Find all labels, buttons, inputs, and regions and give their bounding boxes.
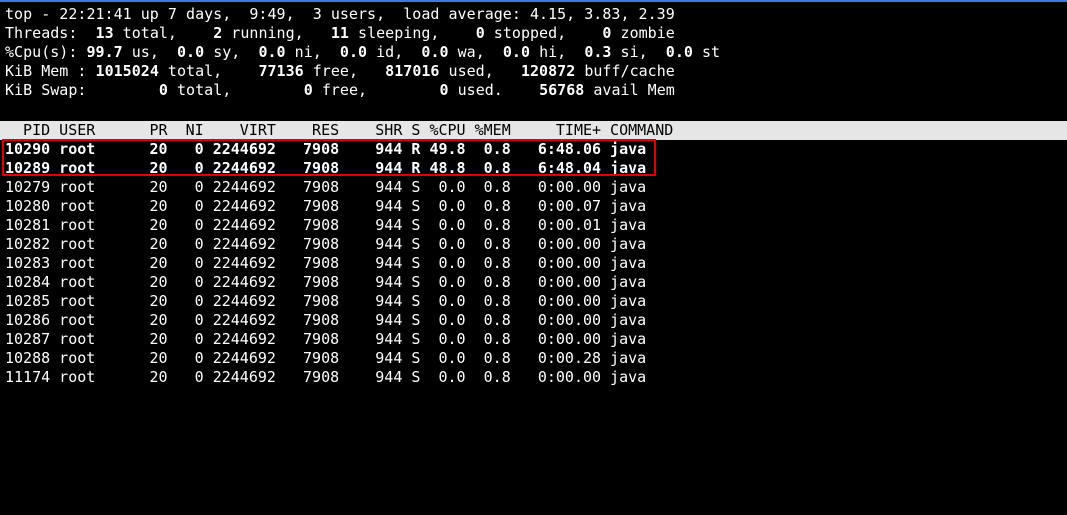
mem-label: KiB Mem : [5,62,96,80]
process-row: 10290 root 20 0 2244692 7908 944 R 49.8 … [5,140,647,158]
swap-used: 0 [439,81,449,99]
cpu-us-label: us, [122,43,177,61]
mem-free: 77136 [258,62,304,80]
cpu-sy-label: sy, [204,43,259,61]
swap-line: KiB Swap: 0 total, 0 free, 0 used. 56768… [5,81,1067,100]
threads-stopped-label: stopped, [484,24,594,42]
cpu-st: 0.0 [665,43,693,61]
threads-zombie: 0 [593,24,612,42]
cpu-ni-label: ni, [285,43,340,61]
process-row: 10289 root 20 0 2244692 7908 944 R 48.8 … [5,159,647,177]
threads-sleeping-label: sleeping, [348,24,467,42]
swap-used-label: used. [448,81,540,99]
cpu-line: %Cpu(s): 99.7 us, 0.0 sy, 0.0 ni, 0.0 id… [5,43,1067,62]
process-row: 10286 root 20 0 2244692 7908 944 S 0.0 0… [5,311,647,329]
cpu-wa: 0.0 [421,43,449,61]
threads-stopped: 0 [466,24,485,42]
threads-line: Threads: 13 total, 2 running, 11 sleepin… [5,24,1067,43]
process-row: 10283 root 20 0 2244692 7908 944 S 0.0 0… [5,254,647,272]
process-row: 10285 root 20 0 2244692 7908 944 S 0.0 0… [5,292,647,310]
mem-buff-cache: 120872 [520,62,576,80]
cpu-si-label: si, [611,43,666,61]
process-row: 10281 root 20 0 2244692 7908 944 S 0.0 0… [5,216,647,234]
cpu-ni: 0.0 [258,43,286,61]
window-top-border [0,0,1067,2]
uptime-line: top - 22:21:41 up 7 days, 9:49, 3 users,… [5,5,675,23]
process-row: 10287 root 20 0 2244692 7908 944 S 0.0 0… [5,330,647,348]
mem-total-label: total, [158,62,259,80]
process-row: 10279 root 20 0 2244692 7908 944 S 0.0 0… [5,178,647,196]
swap-free: 0 [303,81,313,99]
swap-avail-label: avail Mem [584,81,675,99]
cpu-hi: 0.0 [502,43,531,61]
swap-total-label: total, [167,81,304,99]
cpu-id-label: id, [367,43,422,61]
threads-zombie-label: zombie [611,24,675,42]
swap-total: 0 [158,81,168,99]
cpu-id: 0.0 [339,43,368,61]
cpu-us: 99.7 [86,43,123,61]
terminal-output[interactable]: top - 22:21:41 up 7 days, 9:49, 3 users,… [5,5,1067,100]
cpu-si: 0.3 [584,43,612,61]
process-row: 10284 root 20 0 2244692 7908 944 S 0.0 0… [5,273,647,291]
cpu-hi-label: hi, [530,43,585,61]
process-row: 10288 root 20 0 2244692 7908 944 S 0.0 0… [5,349,647,367]
threads-total-label: total, [113,24,205,42]
mem-free-label: free, [303,62,386,80]
threads-sleeping: 11 [321,24,349,42]
process-row: 10280 root 20 0 2244692 7908 944 S 0.0 0… [5,197,647,215]
swap-avail-mem: 56768 [539,81,585,99]
cpu-sy: 0.0 [176,43,205,61]
process-row: 10282 root 20 0 2244692 7908 944 S 0.0 0… [5,235,647,253]
mem-line: KiB Mem : 1015024 total, 77136 free, 817… [5,62,1067,81]
mem-buff-label: buff/cache [575,62,675,80]
threads-running: 2 [204,24,223,42]
cpu-st-label: st [692,43,721,61]
threads-running-label: running, [222,24,322,42]
threads-label: Threads: [5,24,87,42]
swap-free-label: free, [312,81,440,99]
threads-total: 13 [86,24,114,42]
cpu-label: %Cpu(s): [5,43,87,61]
table-header: PID USER PR NI VIRT RES SHR S %CPU %MEM … [5,121,674,139]
mem-used: 817016 [385,62,440,80]
cpu-wa-label: wa, [448,43,503,61]
swap-label: KiB Swap: [5,81,159,99]
process-row: 11174 root 20 0 2244692 7908 944 S 0.0 0… [5,368,647,386]
process-list: 10290 root 20 0 2244692 7908 944 R 49.8 … [5,140,646,387]
mem-used-label: used, [439,62,521,80]
mem-total: 1015024 [95,62,159,80]
